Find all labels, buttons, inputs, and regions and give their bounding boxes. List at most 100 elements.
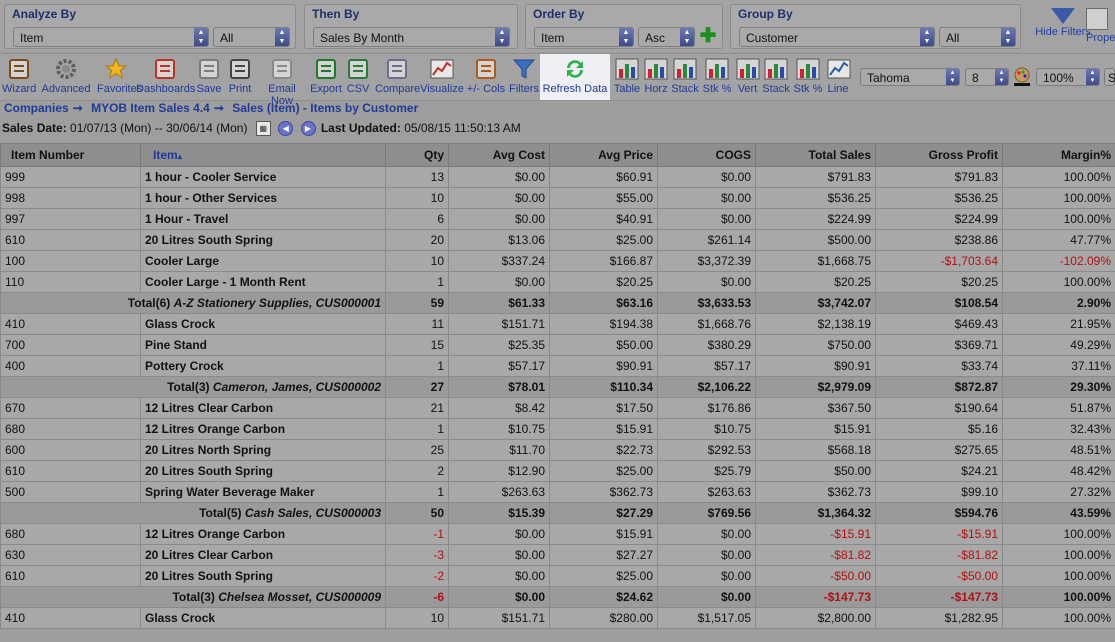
toolbar-table-button[interactable]: Table [612,54,642,100]
table-row[interactable]: 410 Glass Crock 11 $151.71 $194.38 $1,668.76 $… [0,313,1115,335]
toolbar-dashboards-button[interactable]: Dashboards [136,54,195,100]
order-direction-select[interactable]: Asc ▲ ▼ [638,27,695,47]
table-row[interactable]: 998 1 hour - Other Services 10 $0.00 $55.00 $… [0,187,1115,209]
column-header-qty[interactable]: Qty [385,143,449,167]
group-by-select[interactable]: Customer ▲ ▼ [739,27,935,47]
table-row[interactable]: 100 Cooler Large 10 $337.24 $166.87 $3,372.39… [0,250,1115,272]
toolbar-favorites-button[interactable]: Favorites [97,54,142,100]
toolbar-save-button[interactable]: Save [195,54,223,100]
item-name-cell: 20 Litres South Spring [140,460,386,482]
toolbar-stack-button[interactable]: Stack [762,54,790,100]
table-row[interactable]: 600 20 Litres North Spring 25 $11.70 $22.73 $… [0,439,1115,461]
style-select[interactable]: S [1104,68,1115,86]
value-cell: $20.25 [755,271,876,293]
column-header-item-number[interactable]: Item Number [0,143,141,167]
toolbar-visualize-button[interactable]: Visualize [420,54,464,100]
value-cell: $536.25 [875,187,1003,209]
item-name-cell: Pottery Crock [140,355,386,377]
report-options-bar: Analyze By Item ▲ ▼ All ▲ ▼ Then By Sales … [0,0,1115,52]
column-header-item[interactable]: Item▴ [140,143,386,167]
then-by-select[interactable]: Sales By Month ▲ ▼ [313,27,510,47]
font-family-select[interactable]: Tahoma ▲ ▼ [860,68,960,86]
table-row[interactable]: 410 Glass Crock 10 $151.71 $280.00 $1,517.05 $… [0,607,1115,629]
toolbar-filters-button[interactable]: Filters [509,54,539,100]
total-cell: $3,633.53 [657,292,756,314]
table-row[interactable]: 997 1 Hour - Travel 6 $0.00 $40.91 $0.00 $224.… [0,208,1115,230]
next-period-icon[interactable]: ▶ [300,121,316,137]
table-row[interactable]: 700 Pine Stand 15 $25.35 $50.00 $380.29 $750.0… [0,334,1115,356]
table-row[interactable]: 999 1 hour - Cooler Service 13 $0.00 $60.91 $… [0,166,1115,188]
toolbar-email-now-button[interactable]: Email Now [256,54,308,107]
table-row[interactable]: 680 12 Litres Orange Carbon 1 $10.75 $15.91 $… [0,418,1115,440]
toolbar-stk-button[interactable]: Stk % [792,54,824,100]
group-by-filter-select[interactable]: All ▲ ▼ [939,27,1016,47]
value-cell: 10 [385,187,449,209]
toolbar-export-button[interactable]: Export [310,54,342,100]
compare-icon [385,57,409,81]
table-row[interactable]: 500 Spring Water Beverage Maker 1 $263.63 $3… [0,481,1115,503]
column-header-avg-price[interactable]: Avg Price [549,143,658,167]
column-header-gross-profit[interactable]: Gross Profit [875,143,1003,167]
group-total-row: Total(3) Cameron, James, CUS000002 27 $78.… [0,376,1115,398]
toolbar-wizard-button[interactable]: Wizard [2,54,36,100]
table-row[interactable]: 670 12 Litres Clear Carbon 21 $8.42 $17.50 $1… [0,397,1115,419]
table-row[interactable]: 400 Pottery Crock 1 $57.17 $90.91 $57.17 $90.9… [0,355,1115,377]
table-row[interactable]: 110 Cooler Large - 1 Month Rent 1 $0.00 $20.… [0,271,1115,293]
column-header-avg-cost[interactable]: Avg Cost [448,143,550,167]
item-number-cell: 670 [0,397,141,419]
column-header-cogs[interactable]: COGS [657,143,756,167]
table-row[interactable]: 680 12 Litres Orange Carbon -1 $0.00 $15.91 $… [0,523,1115,545]
toolbar-cols-button[interactable]: +/- Cols [465,54,507,100]
value-cell: $12.90 [448,460,550,482]
toolbar-stk-button[interactable]: Stk % [701,54,733,100]
column-header-total-sales[interactable]: Total Sales [755,143,876,167]
toolbar-csv-button[interactable]: CSV [343,54,373,100]
table-row[interactable]: 610 20 Litres South Spring 20 $13.06 $25.00 $… [0,229,1115,251]
then-by-title: Then By [312,7,360,21]
item-number-cell: 600 [0,439,141,461]
total-count-label: Total(5) [199,506,242,520]
color-palette-icon[interactable] [1013,67,1031,87]
previous-period-icon[interactable]: ◀ [278,121,294,137]
analyze-by-filter-select[interactable]: All ▲ ▼ [213,27,290,47]
value-cell: 100.00% [1002,565,1115,587]
gear-icon [54,57,78,81]
breadcrumb-report[interactable]: MYOB Item Sales 4.4 [91,101,210,115]
toolbar-advanced-button[interactable]: Advanced [38,54,94,100]
toolbar-compare-button[interactable]: Compare [375,54,420,100]
value-cell: $10.75 [448,418,550,440]
breadcrumb-view[interactable]: Sales (Item) - Items by Customer [232,101,418,115]
table-row[interactable]: 610 20 Litres South Spring -2 $0.00 $25.00 $0… [0,565,1115,587]
value-cell: $0.00 [657,544,756,566]
analyze-by-select[interactable]: Item ▲ ▼ [13,27,209,47]
toolbar-label: Stk % [702,83,732,95]
toolbar-line-button[interactable]: Line [827,54,851,100]
toolbar-stack-button[interactable]: Stack [670,54,700,100]
item-number-cell: 999 [0,166,141,188]
toolbar-print-button[interactable]: Print [226,54,254,100]
toolbar-vert-button[interactable]: Vert [735,54,760,100]
value-cell: 6 [385,208,449,230]
style-value: S [1108,71,1115,85]
total-cell: 59 [385,292,449,314]
breadcrumb-companies[interactable]: Companies [4,101,69,115]
last-updated-value: 05/08/15 11:50:13 AM [404,121,521,135]
zoom-select[interactable]: 100% ▲ ▼ [1036,68,1100,86]
item-name-cell: Cooler Large [140,250,386,272]
table-row[interactable]: 630 20 Litres Clear Carbon -3 $0.00 $27.27 $0… [0,544,1115,566]
value-cell: $280.00 [549,607,658,629]
add-order-button[interactable]: ✚ [699,26,717,46]
properties-button[interactable]: Prope [1086,8,1115,44]
order-by-select[interactable]: Item ▲ ▼ [534,27,634,47]
calendar-icon[interactable]: ▦ [255,121,271,137]
total-cell: $15.39 [448,502,550,524]
toolbar-horz-button[interactable]: Horz [643,54,669,100]
chevron-updown-icon: ▲ ▼ [920,28,934,46]
column-header-margin-[interactable]: Margin% [1002,143,1115,167]
table-row[interactable]: 610 20 Litres South Spring 2 $12.90 $25.00 $2… [0,460,1115,482]
envelope-icon [270,57,294,81]
font-size-select[interactable]: 8 ▲ ▼ [965,68,1009,86]
toolbar-refresh-data-button[interactable]: Refresh Data [540,54,610,100]
item-name-cell: 12 Litres Orange Carbon [140,418,386,440]
line-chart-icon [827,57,851,81]
